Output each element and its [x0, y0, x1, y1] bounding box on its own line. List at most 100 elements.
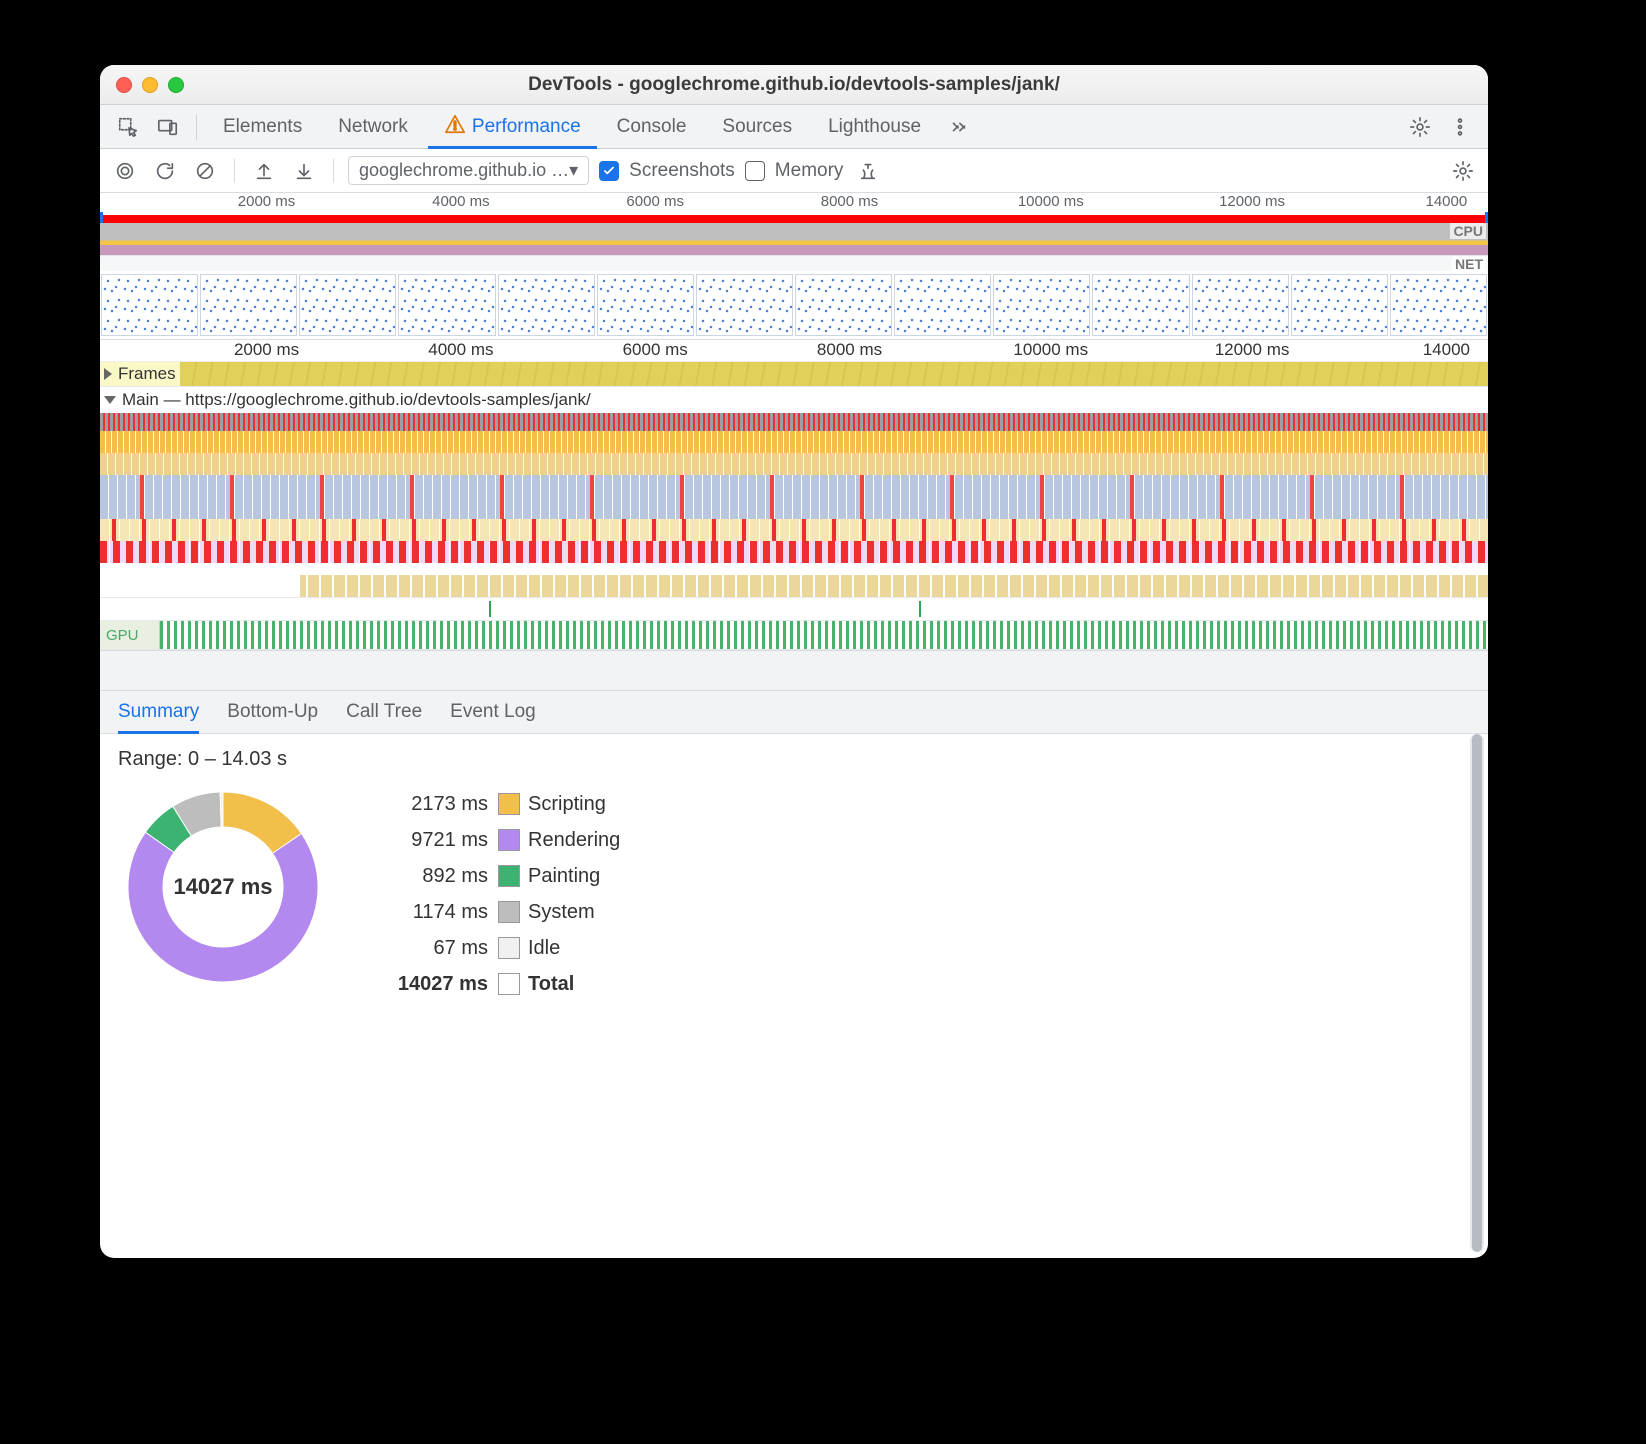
- warning-icon: [444, 113, 466, 141]
- filmstrip-frame[interactable]: [696, 274, 793, 336]
- filmstrip-frame[interactable]: [1092, 274, 1189, 336]
- settings-gear-icon[interactable]: [1402, 109, 1438, 145]
- filmstrip-frame[interactable]: [498, 274, 595, 336]
- tab-bottom-up[interactable]: Bottom-Up: [227, 690, 318, 734]
- summary-range-label: Range: 0 – 14.03 s: [118, 748, 287, 771]
- legend-row: 9721 ms Rendering: [368, 822, 708, 858]
- kebab-menu-icon[interactable]: [1442, 109, 1478, 145]
- overview-net-chart: NET: [100, 255, 1488, 271]
- overview-pane[interactable]: 2000 ms 4000 ms 6000 ms 8000 ms 10000 ms…: [100, 193, 1488, 340]
- tab-performance[interactable]: Performance: [428, 105, 597, 149]
- overview-filmstrip[interactable]: [100, 271, 1488, 339]
- target-selector-label: googlechrome.github.io …▾: [359, 160, 578, 181]
- record-button[interactable]: [110, 156, 140, 186]
- filmstrip-frame[interactable]: [299, 274, 396, 336]
- filmstrip-frame[interactable]: [795, 274, 892, 336]
- track-gpu[interactable]: GPU: [100, 621, 1488, 650]
- main-track-label: Main — https://googlechrome.github.io/de…: [122, 390, 591, 410]
- tab-console[interactable]: Console: [601, 105, 703, 149]
- reload-record-button[interactable]: [150, 156, 180, 186]
- capture-settings-gear-icon[interactable]: [1448, 156, 1478, 186]
- filmstrip-frame[interactable]: [597, 274, 694, 336]
- window-titlebar: DevTools - googlechrome.github.io/devtoo…: [100, 65, 1488, 105]
- fl-tick: 12000 ms: [1215, 340, 1290, 360]
- tab-sources[interactable]: Sources: [706, 105, 808, 149]
- tab-call-tree[interactable]: Call Tree: [346, 690, 422, 734]
- details-tabstrip: Summary Bottom-Up Call Tree Event Log: [100, 690, 1488, 734]
- window-title: DevTools - googlechrome.github.io/devtoo…: [100, 74, 1488, 96]
- fl-tick: 8000 ms: [817, 340, 882, 360]
- legend-ms: 67 ms: [368, 937, 498, 960]
- summary-pane: Range: 0 – 14.03 s 14027 ms 2173 ms Scri…: [100, 734, 1488, 1258]
- fl-tick: 10000 ms: [1013, 340, 1088, 360]
- clear-button[interactable]: [190, 156, 220, 186]
- fl-tick: 4000 ms: [428, 340, 493, 360]
- filmstrip-frame[interactable]: [1390, 274, 1487, 336]
- collect-garbage-button[interactable]: [853, 156, 883, 186]
- ov-tick: 6000 ms: [626, 193, 684, 210]
- panel-tabstrip: Elements Network Performance Console Sou…: [100, 105, 1488, 149]
- main-flame-chart[interactable]: [100, 413, 1488, 597]
- filmstrip-frame[interactable]: [894, 274, 991, 336]
- download-profile-button[interactable]: [289, 156, 319, 186]
- legend-name: System: [528, 901, 708, 924]
- inspect-element-icon[interactable]: [110, 109, 146, 145]
- filmstrip-frame[interactable]: [993, 274, 1090, 336]
- memory-checkbox[interactable]: [745, 161, 765, 181]
- ov-tick: 4000 ms: [432, 193, 490, 210]
- track-frames[interactable]: Frames: [100, 362, 1488, 387]
- ov-tick: 12000 ms: [1219, 193, 1285, 210]
- filmstrip-frame[interactable]: [1192, 274, 1289, 336]
- fl-tick: 6000 ms: [623, 340, 688, 360]
- legend-ms: 2173 ms: [368, 793, 498, 816]
- tab-lighthouse[interactable]: Lighthouse: [812, 105, 937, 149]
- legend-row: 2173 ms Scripting: [368, 786, 708, 822]
- screenshots-label: Screenshots: [629, 160, 735, 182]
- legend-swatch: [498, 829, 520, 851]
- filmstrip-frame[interactable]: [200, 274, 297, 336]
- legend-name: Idle: [528, 937, 708, 960]
- legend-row: 67 ms Idle: [368, 930, 708, 966]
- track-main[interactable]: Main — https://googlechrome.github.io/de…: [100, 387, 1488, 598]
- more-tabs-icon[interactable]: [941, 109, 977, 145]
- legend-name: Rendering: [528, 829, 708, 852]
- overview-activity-bar[interactable]: [100, 215, 1488, 223]
- tab-summary[interactable]: Summary: [118, 690, 199, 734]
- legend-ms: 892 ms: [368, 865, 498, 888]
- target-selector[interactable]: googlechrome.github.io …▾: [348, 156, 589, 185]
- filmstrip-frame[interactable]: [398, 274, 495, 336]
- toolbar-divider-2: [333, 159, 334, 183]
- fl-tick: 2000 ms: [234, 340, 299, 360]
- devtools-window: DevTools - googlechrome.github.io/devtoo…: [100, 65, 1488, 1258]
- summary-scrollbar[interactable]: [1470, 734, 1484, 1252]
- net-label: NET: [1452, 256, 1486, 272]
- summary-legend: 2173 ms Scripting9721 ms Rendering892 ms…: [368, 786, 708, 1244]
- legend-swatch: [498, 901, 520, 923]
- track-thread-pool[interactable]: Thread Pool: [100, 598, 1488, 621]
- legend-swatch: [498, 865, 520, 887]
- screenshots-checkbox[interactable]: [599, 161, 619, 181]
- expand-icon[interactable]: [104, 368, 112, 380]
- legend-swatch: [498, 937, 520, 959]
- tab-network[interactable]: Network: [322, 105, 424, 149]
- memory-label: Memory: [775, 160, 844, 182]
- ov-tick: 2000 ms: [238, 193, 296, 210]
- flame-gap: [100, 650, 1488, 690]
- flame-ruler: 2000 ms 4000 ms 6000 ms 8000 ms 10000 ms…: [100, 340, 1488, 362]
- legend-ms: 9721 ms: [368, 829, 498, 852]
- collapse-icon[interactable]: [104, 396, 116, 404]
- overview-cpu-chart: CPU: [100, 223, 1488, 255]
- device-toolbar-icon[interactable]: [150, 109, 186, 145]
- filmstrip-frame[interactable]: [101, 274, 198, 336]
- legend-row: 892 ms Painting: [368, 858, 708, 894]
- ov-tick: 8000 ms: [821, 193, 879, 210]
- tab-elements[interactable]: Elements: [207, 105, 318, 149]
- ov-tick: 10000 ms: [1018, 193, 1084, 210]
- tab-event-log[interactable]: Event Log: [450, 690, 536, 734]
- gpu-flame-chart[interactable]: [160, 621, 1488, 649]
- performance-toolbar: googlechrome.github.io …▾ Screenshots Me…: [100, 149, 1488, 193]
- summary-donut-chart: 14027 ms: [118, 782, 328, 992]
- summary-total-center: 14027 ms: [118, 782, 328, 992]
- filmstrip-frame[interactable]: [1291, 274, 1388, 336]
- upload-profile-button[interactable]: [249, 156, 279, 186]
